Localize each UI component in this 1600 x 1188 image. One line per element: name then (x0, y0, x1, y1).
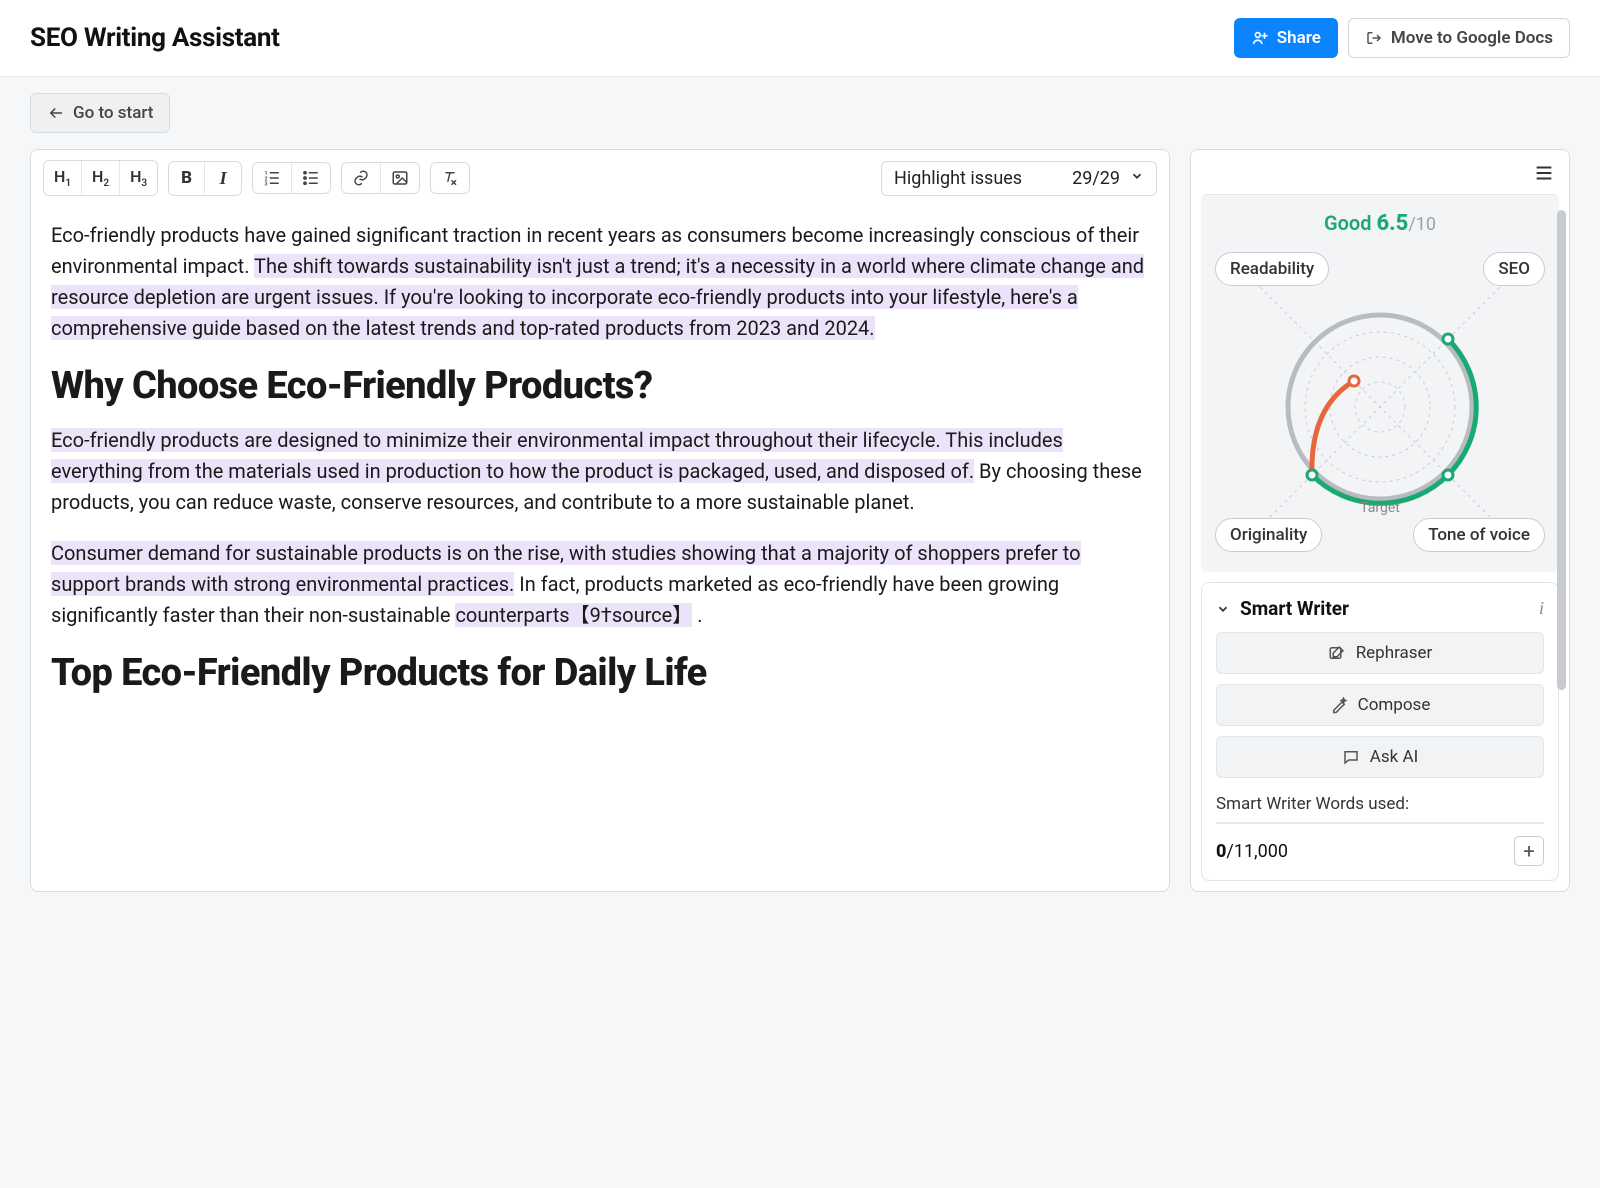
go-to-start-label: Go to start (73, 103, 153, 123)
image-button[interactable] (381, 163, 419, 193)
score-max: /10 (1408, 214, 1436, 235)
paragraph: Consumer demand for sustainable products… (51, 538, 1149, 631)
tone-pill[interactable]: Tone of voice (1413, 518, 1545, 552)
italic-button[interactable]: I (205, 162, 241, 195)
clear-format-button[interactable] (431, 163, 469, 193)
share-label: Share (1277, 28, 1321, 48)
issues-label: Highlight issues (894, 168, 1022, 189)
hamburger-icon[interactable] (1533, 162, 1555, 184)
originality-pill[interactable]: Originality (1215, 518, 1322, 552)
chat-icon (1342, 748, 1360, 766)
add-words-button[interactable]: + (1514, 836, 1544, 866)
share-icon (1251, 29, 1269, 47)
score-line: Good 6.5/10 (1215, 211, 1545, 236)
paragraph: Eco-friendly products are designed to mi… (51, 425, 1149, 518)
move-google-button[interactable]: Move to Google Docs (1348, 18, 1570, 58)
editor-toolbar: H1 H2 H3 B I 123 (31, 150, 1169, 206)
target-label: Target (1360, 500, 1400, 516)
style-group: B I (168, 161, 242, 196)
score-value: 6.5 (1376, 211, 1408, 236)
edit-icon (1328, 644, 1346, 662)
link-button[interactable] (342, 163, 381, 193)
move-label: Move to Google Docs (1391, 28, 1553, 48)
list-group: 123 (252, 162, 331, 194)
svg-text:3: 3 (265, 182, 268, 188)
go-to-start-button[interactable]: Go to start (30, 93, 170, 133)
paragraph: Eco-friendly products have gained signif… (51, 220, 1149, 344)
document-body[interactable]: Eco-friendly products have gained signif… (31, 206, 1169, 742)
rephraser-button[interactable]: Rephraser (1216, 632, 1544, 674)
h3-button[interactable]: H3 (120, 161, 157, 195)
clear-group (430, 162, 470, 194)
highlight: Eco-friendly products are designed to mi… (51, 428, 941, 452)
info-icon[interactable]: i (1539, 598, 1544, 619)
chevron-down-icon (1216, 602, 1230, 616)
magic-icon (1330, 696, 1348, 714)
ask-ai-label: Ask AI (1370, 747, 1418, 767)
scrollbar[interactable] (1557, 210, 1566, 690)
issues-count: 29/29 (1072, 168, 1120, 189)
compose-label: Compose (1358, 695, 1431, 715)
unordered-list-button[interactable] (292, 163, 330, 193)
top-bar: SEO Writing Assistant Share Move to Goog… (0, 0, 1600, 77)
chevron-down-icon (1130, 169, 1144, 187)
h1-button[interactable]: H1 (44, 161, 82, 195)
arrow-left-icon (47, 104, 65, 122)
highlight-issues-dropdown[interactable]: Highlight issues 29/29 (881, 161, 1157, 196)
compose-button[interactable]: Compose (1216, 684, 1544, 726)
rephraser-label: Rephraser (1356, 643, 1433, 663)
heading: Why Choose Eco-Friendly Products? (51, 364, 1149, 409)
insert-group (341, 162, 420, 194)
bold-button[interactable]: B (169, 162, 205, 194)
radar-chart: Readability SEO Originality Tone of voic… (1215, 252, 1545, 552)
seo-pill[interactable]: SEO (1483, 252, 1545, 286)
workspace: H1 H2 H3 B I 123 (0, 133, 1600, 922)
score-section: Good 6.5/10 Readability SEO Originality … (1201, 194, 1559, 572)
smart-writer-panel: Smart Writer i Rephraser Compose Ask AI (1201, 582, 1559, 881)
ordered-list-button[interactable]: 123 (253, 163, 292, 193)
smart-writer-title: Smart Writer (1240, 597, 1349, 620)
usage-label: Smart Writer Words used: (1216, 794, 1544, 814)
sidebar-panel: Good 6.5/10 Readability SEO Originality … (1190, 149, 1570, 892)
share-button[interactable]: Share (1234, 18, 1338, 58)
heading: Top Eco-Friendly Products for Daily Life (51, 651, 1149, 696)
heading-group: H1 H2 H3 (43, 160, 158, 196)
score-label: Good (1324, 211, 1372, 235)
export-icon (1365, 29, 1383, 47)
usage-row: 0/11,000 + (1216, 836, 1544, 866)
top-actions: Share Move to Google Docs (1234, 18, 1570, 58)
highlight: counterparts【9†source】 (455, 603, 692, 627)
usage-bar (1216, 822, 1544, 824)
smart-writer-header[interactable]: Smart Writer i (1216, 597, 1544, 620)
editor-panel: H1 H2 H3 B I 123 (30, 149, 1170, 892)
usage-value: 0/11,000 (1216, 841, 1288, 862)
h2-button[interactable]: H2 (82, 161, 120, 195)
page-title: SEO Writing Assistant (30, 23, 280, 53)
sub-bar: Go to start (0, 77, 1600, 133)
ask-ai-button[interactable]: Ask AI (1216, 736, 1544, 778)
readability-pill[interactable]: Readability (1215, 252, 1329, 286)
